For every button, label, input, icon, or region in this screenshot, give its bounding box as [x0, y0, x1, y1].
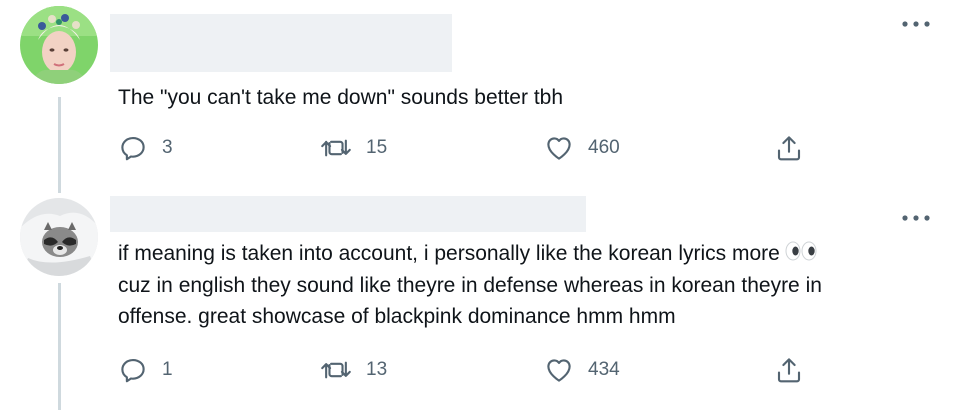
redacted-user-name — [110, 14, 452, 72]
eyes-emoji-icon — [784, 239, 818, 270]
more-options-button[interactable] — [898, 16, 934, 32]
share-button[interactable] — [774, 352, 804, 388]
more-options-icon — [902, 21, 930, 27]
tweet-action-bar: 1 13 434 — [118, 352, 818, 388]
like-count: 460 — [588, 137, 620, 158]
thread-connector-line — [58, 283, 61, 410]
tweet-text-line: offense. great showcase of blackpink dom… — [118, 304, 676, 328]
redacted-user-name — [110, 196, 586, 232]
like-button[interactable]: 434 — [544, 352, 620, 388]
retweet-icon — [321, 139, 351, 157]
avatar[interactable] — [20, 6, 98, 84]
reply-icon — [121, 136, 145, 161]
retweet-button[interactable]: 15 — [320, 130, 387, 166]
tweet-text-line: cuz in english they sound like theyre in… — [118, 273, 822, 297]
more-options-icon — [902, 215, 930, 221]
retweet-count: 15 — [366, 137, 388, 158]
tweet-text-line: if meaning is taken into account, i pers… — [118, 238, 822, 270]
share-button[interactable] — [774, 130, 804, 166]
share-icon — [777, 136, 801, 161]
share-icon — [777, 358, 801, 383]
tweet-text: The "you can't take me down" sounds bett… — [118, 86, 564, 109]
retweet-icon — [321, 361, 351, 379]
reply-icon — [121, 358, 145, 383]
retweet-count: 13 — [366, 359, 388, 380]
avatar[interactable] — [20, 198, 98, 276]
tweet-text: if meaning is taken into account, i pers… — [118, 238, 822, 332]
reply-button[interactable]: 1 — [118, 352, 173, 388]
reply-count: 1 — [162, 359, 173, 380]
heart-icon — [547, 137, 571, 160]
like-button[interactable]: 460 — [544, 130, 620, 166]
reply-count: 3 — [162, 137, 173, 158]
retweet-button[interactable]: 13 — [320, 352, 387, 388]
heart-icon — [547, 359, 571, 382]
reply-button[interactable]: 3 — [118, 130, 173, 166]
like-count: 434 — [588, 359, 620, 380]
more-options-button[interactable] — [898, 210, 934, 226]
tweet-action-bar: 3 15 460 — [118, 130, 818, 166]
thread-connector-line — [58, 97, 61, 193]
